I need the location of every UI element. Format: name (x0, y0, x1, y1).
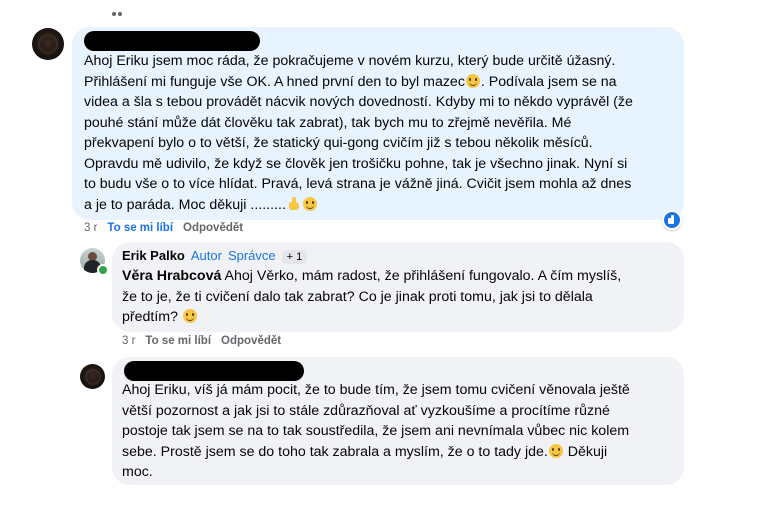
comment-text: Ahoj Eriku, víš já mám pocit, že to bude… (122, 382, 630, 480)
reply-button[interactable]: Odpovědět (183, 222, 243, 234)
timestamp[interactable]: 3 r (84, 222, 97, 234)
comment-actions: 3 r To se mi líbí Odpovědět (122, 335, 281, 347)
thumbs-up-emoji (287, 196, 301, 211)
truncated-reaction-icon (112, 8, 126, 18)
grinning-emoji (182, 309, 197, 323)
grinning-emoji (548, 443, 563, 458)
timestamp[interactable]: 3 r (122, 335, 135, 347)
reply-button[interactable]: Odpovědět (221, 335, 281, 347)
redacted-author-name[interactable] (124, 361, 304, 381)
author-badge: Autor (190, 248, 222, 263)
avatar[interactable] (80, 364, 105, 389)
comment-text: Věra Hrabcová Ahoj Věrko, mám radost, že… (122, 268, 622, 325)
comment-author-line: Erik Palko Autor Správce + 1 (122, 248, 308, 264)
mention-link[interactable]: Věra Hrabcová (122, 268, 221, 284)
like-reaction-icon[interactable] (662, 210, 682, 230)
more-badges[interactable]: + 1 (281, 250, 308, 264)
like-button[interactable]: To se mi líbí (145, 335, 211, 347)
grinning-emoji (302, 196, 317, 211)
comment-text: Ahoj Eriku jsem moc ráda, že pokračujeme… (84, 53, 633, 213)
comment-actions: 3 r To se mi líbí Odpovědět (84, 222, 243, 234)
grinning-emoji (465, 73, 480, 88)
author-name[interactable]: Erik Palko (122, 248, 185, 263)
admin-badge: Správce (227, 248, 276, 263)
avatar[interactable] (32, 28, 64, 60)
like-button[interactable]: To se mi líbí (107, 222, 173, 234)
redacted-author-name[interactable] (84, 31, 260, 51)
online-status-icon (97, 264, 109, 276)
